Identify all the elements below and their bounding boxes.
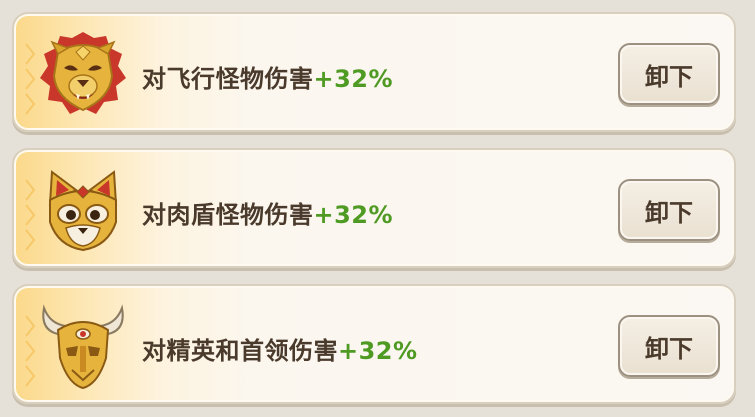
bonus-list: 对飞行怪物伤害+32% 卸下 对肉盾怪物伤害+32% 卸下 对精英和首领伤害+3…	[0, 0, 755, 417]
bonus-value: +32%	[313, 65, 394, 93]
bonus-description: 对肉盾怪物伤害	[142, 201, 314, 229]
bonus-label: 对精英和首领伤害+32%	[142, 331, 418, 366]
fox-mask-icon	[48, 170, 118, 252]
bonus-card: 对肉盾怪物伤害+32% 卸下	[12, 148, 736, 268]
bonus-description: 对精英和首领伤害	[142, 337, 338, 365]
unequip-button[interactable]: 卸下	[618, 43, 720, 105]
bonus-card: 对飞行怪物伤害+32% 卸下	[12, 12, 736, 132]
bonus-value: +32%	[313, 201, 394, 229]
bonus-description: 对飞行怪物伤害	[142, 65, 314, 93]
unequip-button[interactable]: 卸下	[618, 315, 720, 377]
bonus-label: 对肉盾怪物伤害+32%	[142, 195, 393, 230]
lion-mask-icon	[40, 32, 126, 114]
horned-skull-icon	[42, 304, 124, 390]
bonus-value: +32%	[338, 337, 418, 365]
bonus-label: 对飞行怪物伤害+32%	[142, 59, 393, 94]
unequip-button[interactable]: 卸下	[618, 179, 720, 241]
bonus-card: 对精英和首领伤害+32% 卸下	[12, 284, 736, 404]
